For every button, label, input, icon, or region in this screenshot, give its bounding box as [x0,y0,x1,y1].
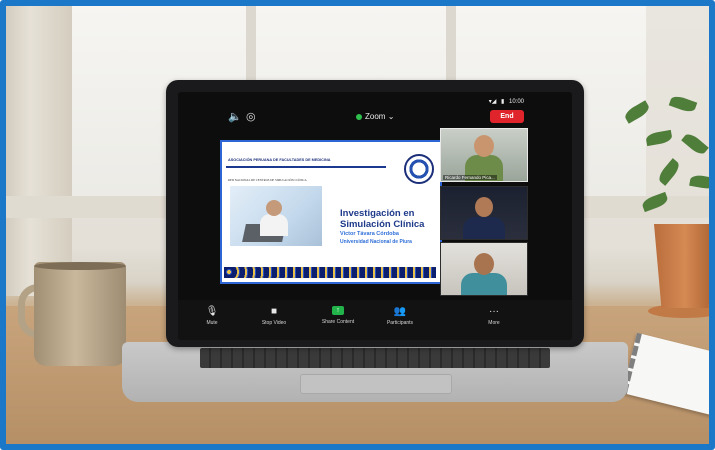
stop-video-label: Stop Video [261,320,287,326]
mute-button[interactable]: 🎙 Mute [182,306,242,326]
clock-time: 10:00 [508,99,524,105]
share-content-label: Share Content [321,319,355,325]
more-button[interactable]: ··· More [464,306,524,326]
laptop-keyboard [200,348,550,368]
participants-button[interactable]: 👥 Participants [370,306,430,326]
curtain-left [6,6,72,296]
participant-tile[interactable] [440,186,528,240]
plant-pot [654,224,709,308]
meeting-label: Zoom [365,112,386,121]
university-seal-logo [404,154,434,184]
participants-icon: 👥 [393,306,407,317]
participants-label: Participants [386,320,414,326]
meeting-controls-toolbar: 🎙 Mute ■ Stop Video ↑ Share Content 👥 Pa… [178,300,572,340]
end-meeting-button[interactable]: End [490,110,524,123]
status-bar: ▾◢ ▮ 10:00 [486,98,524,105]
battery-icon: ▮ [501,99,505,105]
slide-photo [230,186,322,246]
slide-author: Victor Távara Córdoba [340,231,399,237]
slide-university: Universidad Nacional de Piura [340,239,412,245]
zoom-top-bar: ▾◢ ▮ 10:00 🔈 ◎ Zoom ⌄ End [178,92,572,123]
coffee-mug [34,262,126,366]
stop-video-button[interactable]: ■ Stop Video [244,306,304,326]
camera-flip-icon[interactable]: ◎ [246,110,256,123]
video-camera-icon: ■ [270,306,278,317]
share-content-button[interactable]: ↑ Share Content [308,306,368,325]
signal-icon: ▾◢ [488,99,497,105]
speaker-icon[interactable]: 🔈 [228,110,242,123]
mute-label: Mute [206,320,218,326]
participant-name: Ricardo Fernando Pica... [443,175,497,180]
slide-network-name: RED NACIONAL DE CENTROS DE SIMULACIÓN CL… [228,178,307,182]
participant-tile[interactable] [440,242,528,296]
chevron-down-icon: ⌄ [387,112,395,121]
photo-frame: ▾◢ ▮ 10:00 🔈 ◎ Zoom ⌄ End ASOCIACIÓN PER… [0,0,715,450]
shared-presentation-slide: ASOCIACIÓN PERUANA DE FACULTADES DE MEDI… [220,140,442,284]
share-screen-icon: ↑ [332,306,344,315]
zoom-meeting-screen: ▾◢ ▮ 10:00 🔈 ◎ Zoom ⌄ End ASOCIACIÓN PER… [178,92,572,340]
more-dots-icon: ··· [489,306,499,317]
meeting-info-dropdown[interactable]: Zoom ⌄ [356,112,394,121]
secure-dot-icon [356,113,362,120]
slide-association-name: ASOCIACIÓN PERUANA DE FACULTADES DE MEDI… [228,158,331,162]
slide-title: Investigación en Simulación Clínica [340,208,425,230]
participant-tile[interactable]: Ricardo Fernando Pica... [440,128,528,182]
microphone-icon: 🎙 [205,306,219,317]
laptop-trackpad [300,374,452,394]
slide-logos-strip [224,267,436,278]
more-label: More [488,320,500,326]
